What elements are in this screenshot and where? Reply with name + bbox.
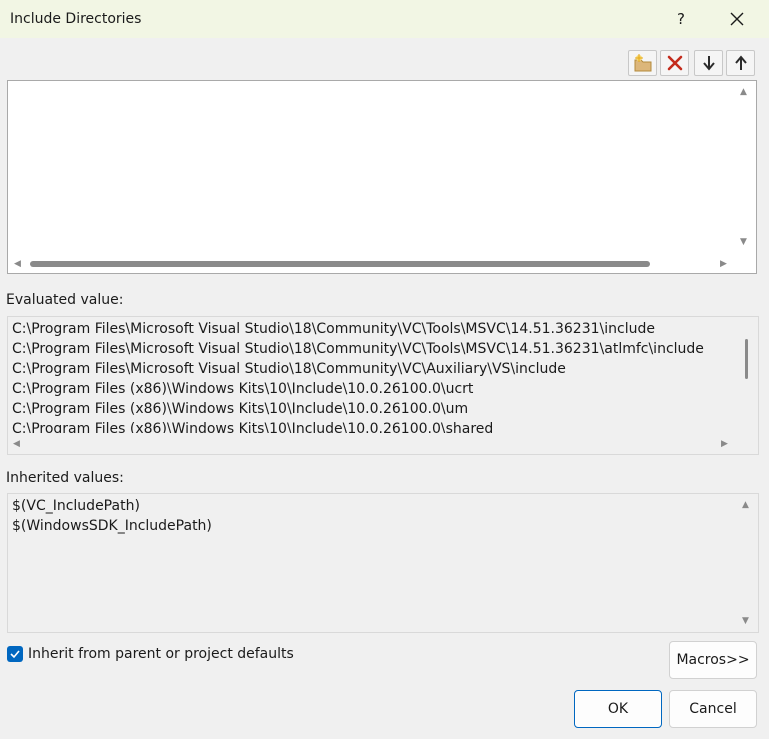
cancel-button[interactable]: Cancel (669, 690, 757, 728)
scroll-down-arrow[interactable]: ▼ (742, 616, 749, 626)
evaluated-line: C:\Program Files\Microsoft Visual Studio… (12, 361, 566, 377)
evaluated-value-label: Evaluated value: (6, 292, 124, 308)
new-line-button[interactable] (628, 50, 657, 76)
evaluated-line: C:\Program Files (x86)\Windows Kits\10\I… (12, 401, 469, 417)
scroll-up-arrow[interactable]: ▲ (742, 500, 749, 510)
edit-list[interactable]: ▲ ▼ ◀ ▶ (7, 80, 757, 274)
close-icon (730, 12, 744, 26)
move-down-icon (702, 56, 715, 71)
scroll-right-arrow[interactable]: ▶ (720, 259, 727, 269)
evaluated-line: C:\Program Files\Microsoft Visual Studio… (12, 321, 655, 337)
horizontal-scroll-thumb[interactable] (30, 261, 650, 267)
delete-icon (667, 55, 682, 71)
scroll-left-arrow[interactable]: ◀ (14, 259, 21, 269)
scroll-left-arrow[interactable]: ◀ (13, 439, 20, 449)
move-up-button[interactable] (726, 50, 755, 76)
new-folder-icon (634, 54, 651, 72)
move-up-icon (734, 55, 747, 70)
scroll-up-arrow[interactable]: ▲ (740, 87, 747, 97)
scroll-down-arrow[interactable]: ▼ (740, 237, 747, 247)
ok-button[interactable]: OK (574, 690, 662, 728)
evaluated-value-box[interactable]: C:\Program Files\Microsoft Visual Studio… (7, 316, 759, 455)
evaluated-line: C:\Program Files (x86)\Windows Kits\10\I… (12, 381, 474, 397)
inherited-values-box[interactable]: $(VC_IncludePath) $(WindowsSDK_IncludePa… (7, 493, 759, 633)
check-icon (10, 650, 20, 659)
delete-button[interactable] (660, 50, 689, 76)
close-button[interactable] (715, 4, 759, 34)
title-bar: Include Directories ? (0, 0, 769, 38)
window-title: Include Directories (10, 11, 142, 27)
help-button[interactable]: ? (659, 4, 703, 34)
horizontal-scrollbar[interactable]: ◀ ▶ (8, 433, 738, 454)
include-directories-dialog: Include Directories ? ▲ ▼ ◀ ▶ Evaluated … (0, 0, 769, 739)
vertical-scroll-thumb[interactable] (745, 339, 748, 379)
inherited-values-label: Inherited values: (6, 470, 124, 486)
inherit-checkbox[interactable] (7, 646, 23, 662)
inherited-line: $(VC_IncludePath) (12, 498, 140, 514)
inherit-checkbox-label[interactable]: Inherit from parent or project defaults (28, 646, 294, 662)
scroll-right-arrow[interactable]: ▶ (721, 439, 728, 449)
macros-button[interactable]: Macros>> (669, 641, 757, 679)
move-down-button[interactable] (694, 50, 723, 76)
inherited-line: $(WindowsSDK_IncludePath) (12, 518, 212, 534)
evaluated-line: C:\Program Files\Microsoft Visual Studio… (12, 341, 704, 357)
